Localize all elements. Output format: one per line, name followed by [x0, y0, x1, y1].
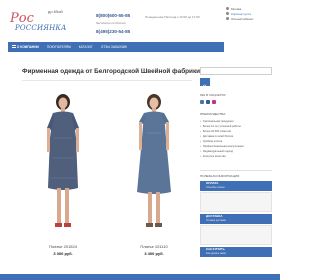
logo-brand: РОССИЯНКА — [15, 24, 67, 32]
location-icon — [226, 7, 229, 10]
product-name[interactable]: Платье 101110 — [111, 244, 197, 249]
payment-desc: Способы оплаты — [206, 186, 225, 189]
product-name[interactable]: Платье 201524 — [20, 244, 106, 249]
site-logo[interactable]: Рос до 60ой РОССИЯНКА — [10, 8, 72, 36]
how-to-buy-button[interactable]: КАК КУПИТЬ Как сделать заказ — [200, 247, 272, 257]
title-divider — [22, 80, 192, 81]
work-time: Понедельник-Пятница с 10:00 до 17:00 — [145, 15, 200, 19]
instagram-icon[interactable] — [212, 100, 216, 104]
nav-item-customers[interactable]: ПОКУПАТЕЛЯМ — [47, 45, 71, 49]
cabinet-link[interactable]: Личный кабинет — [231, 17, 254, 21]
product-image[interactable] — [20, 88, 106, 238]
list-item: Контроль качества — [200, 154, 244, 159]
search-button[interactable] — [200, 78, 210, 90]
info-heading: ПОЛЕЗНАЯ ИНФОРМАЦИЯ — [200, 174, 240, 178]
product-price: 3 300 руб. — [53, 251, 73, 256]
nav-item-catalog[interactable]: КАТАЛОГ — [79, 45, 93, 49]
search-input[interactable] — [200, 67, 272, 75]
payment-info-box — [200, 192, 272, 212]
delivery-desc: Условия доставки — [206, 219, 226, 222]
header-contact: Москва Корзина пуста Личный кабинет — [226, 7, 254, 22]
phone-1-note: бесплатно по России — [96, 21, 126, 25]
page-title: Фирменная одежда от Белгородской Швейной… — [22, 68, 201, 75]
city-link[interactable]: Москва — [231, 7, 241, 11]
nav-item-company[interactable]: О КОМПАНИИ — [12, 45, 39, 49]
product-card[interactable]: Платье 101110 3 400 руб. — [111, 88, 197, 268]
phone-2[interactable]: 8(495)230-54-85 — [96, 29, 130, 34]
search-icon — [202, 84, 208, 90]
logo-tagline: до 60ой — [48, 9, 63, 14]
vk-icon[interactable] — [200, 100, 204, 104]
payment-button[interactable]: ОПЛАТА Способы оплаты — [200, 181, 272, 191]
benefits-heading: ПРЕИМУЩЕСТВА — [200, 112, 226, 116]
header-phones: 8(800)600-55-85 бесплатно по России 8(49… — [96, 11, 130, 37]
info-divider — [200, 170, 272, 171]
main-nav: О КОМПАНИИ ПОКУПАТЕЛЯМ КАТАЛОГ ОТЗЫ ЗАКА… — [8, 42, 224, 52]
how-to-buy-desc: Как сделать заказ — [206, 252, 226, 255]
product-price: 3 400 руб. — [144, 251, 164, 256]
nav-item-reviews[interactable]: ОТЗЫ ЗАКАЗЧИК — [101, 45, 127, 49]
delivery-info-box — [200, 225, 272, 245]
cart-icon — [226, 12, 229, 15]
benefits-list: Оригинальная продукция Более 10 лет успе… — [200, 119, 244, 159]
product-card[interactable]: Платье 201524 3 300 руб. — [20, 88, 106, 268]
social-heading: МЫ В СОЦСЕТЯХ — [200, 93, 226, 97]
menu-icon — [12, 45, 16, 48]
cart-link[interactable]: Корзина пуста — [231, 12, 251, 16]
product-image[interactable] — [111, 88, 197, 238]
delivery-button[interactable]: ДОСТАВКА Условия доставки — [200, 214, 272, 224]
facebook-icon[interactable] — [206, 100, 210, 104]
bottom-strip — [0, 274, 280, 280]
social-links — [200, 100, 216, 104]
user-icon — [226, 17, 229, 20]
phone-1[interactable]: 8(800)600-55-85 — [96, 13, 130, 18]
